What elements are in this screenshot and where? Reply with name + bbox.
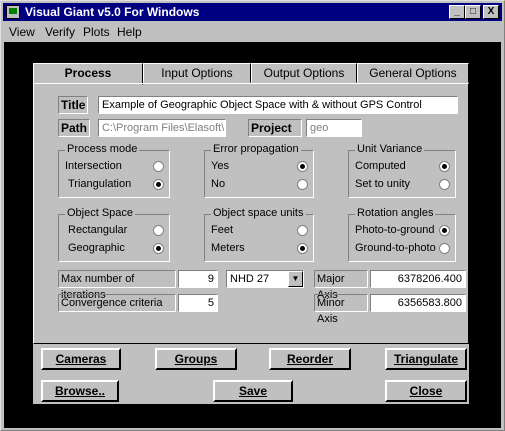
geographic-radio[interactable]: [153, 243, 164, 254]
tab-process[interactable]: Process: [33, 63, 143, 85]
menu-verify[interactable]: Verify: [45, 25, 75, 39]
rectangular-radio[interactable]: [153, 225, 164, 236]
object-space-units-title: Object space units: [211, 207, 306, 219]
meters-radio[interactable]: [297, 243, 308, 254]
close-window-button[interactable]: X: [483, 5, 499, 19]
process-mode-group: Process mode Intersection Triangulation: [58, 143, 170, 198]
title-label: Title: [58, 96, 88, 114]
project-label: Project: [248, 119, 302, 137]
set-to-unity-radio[interactable]: [439, 179, 450, 190]
max-iterations-field[interactable]: 9: [178, 270, 218, 288]
minor-axis-label: Minor Axis: [314, 294, 368, 325]
main-window: Visual Giant v5.0 For Windows _ □ X View…: [0, 0, 505, 431]
process-tab-body: Title Example of Geographic Object Space…: [33, 83, 469, 344]
error-propagation-title: Error propagation: [211, 143, 301, 155]
geographic-label: Geographic: [68, 242, 125, 254]
project-field[interactable]: geo: [306, 119, 362, 137]
minor-axis-field[interactable]: 6356583.800: [370, 294, 466, 312]
unit-variance-title: Unit Variance: [355, 143, 425, 155]
title-field[interactable]: Example of Geographic Object Space with …: [98, 96, 458, 114]
meters-label: Meters: [211, 242, 245, 254]
tab-output-options[interactable]: Output Options: [251, 63, 357, 83]
feet-radio[interactable]: [297, 225, 308, 236]
photo-to-ground-radio[interactable]: [439, 225, 450, 236]
convergence-label: Convergence criteria: [58, 294, 176, 312]
button-bar: Cameras Groups Reorder Triangulate Brows…: [33, 344, 469, 404]
reorder-button[interactable]: Reorder: [269, 348, 351, 370]
rotation-angles-group: Rotation angles Photo-to-ground Ground-t…: [348, 207, 456, 262]
groups-button[interactable]: Groups: [155, 348, 237, 370]
set-to-unity-label: Set to unity: [355, 178, 411, 190]
maximize-button[interactable]: □: [465, 5, 481, 19]
datum-value: NHD 27: [230, 273, 270, 285]
datum-select[interactable]: NHD 27 ▼: [226, 270, 304, 288]
window-title: Visual Giant v5.0 For Windows: [25, 5, 200, 19]
browse-button[interactable]: Browse..: [41, 380, 119, 402]
object-space-group: Object Space Rectangular Geographic: [58, 207, 170, 262]
app-icon[interactable]: [6, 5, 20, 19]
title-bar: Visual Giant v5.0 For Windows _ □ X: [3, 3, 502, 21]
convergence-field[interactable]: 5: [178, 294, 218, 312]
close-button[interactable]: Close: [385, 380, 467, 402]
computed-label: Computed: [355, 160, 406, 172]
computed-radio[interactable]: [439, 161, 450, 172]
object-space-title: Object Space: [65, 207, 136, 219]
rotation-angles-title: Rotation angles: [355, 207, 436, 219]
triangulation-radio[interactable]: [153, 179, 164, 190]
save-button[interactable]: Save: [213, 380, 293, 402]
minimize-button[interactable]: _: [449, 5, 465, 19]
path-label: Path: [58, 119, 90, 137]
no-radio[interactable]: [297, 179, 308, 190]
max-iterations-label: Max number of iterations: [58, 270, 176, 301]
ground-to-photo-radio[interactable]: [439, 243, 450, 254]
triangulation-label: Triangulation: [68, 178, 132, 190]
ground-to-photo-label: Ground-to-photo: [355, 242, 436, 254]
unit-variance-group: Unit Variance Computed Set to unity: [348, 143, 456, 198]
triangulate-button[interactable]: Triangulate: [385, 348, 467, 370]
yes-label: Yes: [211, 160, 229, 172]
intersection-label: Intersection: [65, 160, 122, 172]
menu-help[interactable]: Help: [117, 25, 142, 39]
tab-general-options[interactable]: General Options: [357, 63, 469, 83]
tab-input-options[interactable]: Input Options: [143, 63, 251, 83]
intersection-radio[interactable]: [153, 161, 164, 172]
tab-control: Process Input Options Output Options Gen…: [33, 63, 469, 344]
path-field[interactable]: C:\Program Files\Elasoft\: [98, 119, 226, 137]
rectangular-label: Rectangular: [68, 224, 128, 236]
process-mode-title: Process mode: [65, 143, 140, 155]
menu-view[interactable]: View: [9, 25, 35, 39]
major-axis-field[interactable]: 6378206.400: [370, 270, 466, 288]
object-space-units-group: Object space units Feet Meters: [204, 207, 314, 262]
menu-bar: View Verify Plots Help: [3, 23, 502, 41]
menu-plots[interactable]: Plots: [83, 25, 110, 39]
cameras-button[interactable]: Cameras: [41, 348, 121, 370]
chevron-down-icon[interactable]: ▼: [288, 271, 303, 287]
yes-radio[interactable]: [297, 161, 308, 172]
no-label: No: [211, 178, 226, 190]
photo-to-ground-label: Photo-to-ground: [355, 224, 435, 236]
major-axis-label: Major Axis: [314, 270, 368, 301]
feet-label: Feet: [211, 224, 234, 236]
error-propagation-group: Error propagation Yes No: [204, 143, 314, 198]
